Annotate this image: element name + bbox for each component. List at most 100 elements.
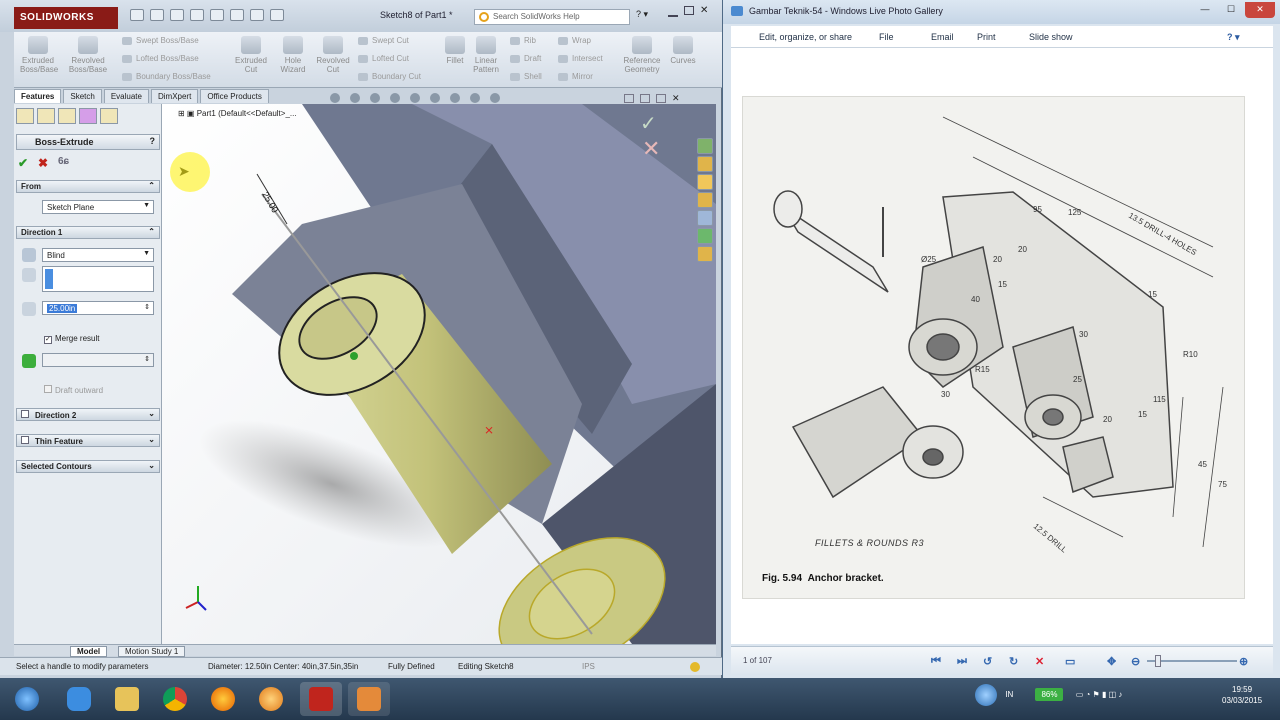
tab-office-products[interactable]: Office Products [200,89,269,103]
tab-features[interactable]: Features [14,89,62,103]
clock[interactable]: 19:59 03/03/2015 [1222,684,1262,706]
next-icon[interactable]: ⏭ [957,655,967,668]
hole-wizard-button[interactable]: Hole Wizard [276,36,310,74]
help-icon[interactable]: ? ▾ [1227,32,1240,43]
taskbar-solidworks[interactable] [300,682,342,716]
zoom-area-icon[interactable] [350,93,360,103]
taskbar-firefox[interactable] [202,682,244,716]
confirmation-cancel-icon[interactable]: ✕ [642,137,660,162]
reverse-direction-icon[interactable] [22,248,36,262]
checkbox-icon[interactable] [21,436,29,444]
options-icon[interactable] [270,9,284,21]
shell-button[interactable]: Shell [510,72,542,81]
status-units[interactable]: IPS [582,662,595,671]
undo-icon[interactable] [210,9,224,21]
hide-show-icon[interactable] [450,93,460,103]
zoom-fit-icon[interactable] [330,93,340,103]
view-orientation-icon[interactable] [410,93,420,103]
delete-icon[interactable]: ✕ [1035,655,1044,668]
save-icon[interactable] [170,9,184,21]
depth-input[interactable]: 25.00in ⇕ [42,301,154,315]
restore-icon[interactable] [640,94,650,103]
minimize-icon[interactable] [668,15,678,17]
start-button[interactable] [6,682,48,716]
zoom-out-icon[interactable]: ⊖ [1131,655,1140,668]
appearances-icon[interactable] [697,210,713,226]
tab-evaluate[interactable]: Evaluate [103,89,149,103]
section-from[interactable]: From ⌃ [16,180,160,193]
ok-checkmark-icon[interactable]: ✔ [18,156,28,170]
battery-indicator[interactable]: 86% [1035,688,1064,702]
taskbar-chrome[interactable] [154,682,196,716]
taskbar-photo-gallery[interactable] [348,682,390,716]
feature-manager-icon[interactable] [16,108,34,124]
curves-button[interactable]: Curves [668,36,698,65]
confirmation-ok-icon[interactable]: ✓ [640,111,657,135]
boundary-cut-button[interactable]: Boundary Cut [358,72,421,81]
swept-boss-button[interactable]: Swept Boss/Base [122,36,199,45]
from-select[interactable]: Sketch Plane ▼ [42,200,154,214]
help-icon[interactable]: ? ▾ [636,9,648,20]
rib-button[interactable]: Rib [510,36,536,45]
menu-file[interactable]: File [879,32,894,42]
swept-cut-button[interactable]: Swept Cut [358,36,409,45]
zoom-in-icon[interactable]: ⊕ [1239,655,1248,668]
property-manager-icon[interactable] [37,108,55,124]
reference-geometry-button[interactable]: Reference Geometry [620,36,664,74]
spin-arrows-icon[interactable]: ⇕ [144,303,150,311]
part-name[interactable]: Part1 (Default<<Default>_... [197,109,297,118]
preview-glasses-icon[interactable]: 6ɕ [58,156,69,167]
open-icon[interactable] [150,9,164,21]
extruded-boss-button[interactable]: Extruded Boss/Base [20,36,58,74]
graphics-area[interactable]: 25.00 ⨯ ✕ ✓ ➤ [162,104,716,644]
checkbox-icon[interactable] [21,410,29,418]
taskbar-internet-explorer[interactable] [58,682,100,716]
section-selected-contours[interactable]: Selected Contours ⌄ [16,460,160,473]
configuration-manager-icon[interactable] [58,108,76,124]
menu-email[interactable]: Email [931,32,954,42]
view-palette-icon[interactable] [697,192,713,208]
file-explorer-icon[interactable] [697,174,713,190]
tab-dimxpert[interactable]: DimXpert [150,89,199,103]
close-icon[interactable]: ✕ [700,6,708,20]
display-style-icon[interactable] [430,93,440,103]
solidworks-resources-icon[interactable] [697,138,713,154]
section-direction-1[interactable]: Direction 1 ⌃ [16,226,160,239]
draft-outward-checkbox[interactable]: Draft outward [44,385,103,395]
feature-tree-flyout[interactable]: ⊞ ▣ Part1 (Default<<Default>_... [178,109,297,118]
lofted-cut-button[interactable]: Lofted Cut [358,54,409,63]
help-icon[interactable]: ? [150,136,156,146]
solidworks-logo[interactable]: SOLIDWORKS [14,7,118,29]
close-icon[interactable]: ✕ [672,94,680,103]
close-icon[interactable]: ✕ [1245,2,1275,18]
boundary-boss-button[interactable]: Boundary Boss/Base [122,72,211,81]
revolved-cut-button[interactable]: Revolved Cut [314,36,352,74]
tray-icons[interactable]: ▭ ◔ ⚑ ▮ ◫ ♪ [1076,690,1123,699]
lofted-boss-button[interactable]: Lofted Boss/Base [122,54,199,63]
fillet-button[interactable]: Fillet [442,36,468,65]
slide-show-icon[interactable]: ▭ [1065,655,1075,668]
linear-pattern-button[interactable]: Linear Pattern [470,36,502,74]
tab-sketch[interactable]: Sketch [63,89,102,103]
rebuild-status-icon[interactable] [690,662,700,672]
minimize-icon[interactable] [624,94,634,103]
tab-model[interactable]: Model [70,646,108,657]
print-icon[interactable] [190,9,204,21]
new-icon[interactable] [130,9,144,21]
design-library-icon[interactable] [697,156,713,172]
mirror-button[interactable]: Mirror [558,72,593,81]
sketch-center-handle[interactable] [350,352,358,360]
solidworks-forum-icon[interactable] [697,246,713,262]
dimxpert-manager-icon[interactable] [79,108,97,124]
menu-slide-show[interactable]: Slide show [1029,32,1073,42]
menu-edit-organize[interactable]: Edit, organize, or share [759,32,852,42]
draft-angle-input[interactable]: ⇕ [42,353,154,367]
maximize-icon[interactable]: ☐ [1219,2,1243,18]
end-condition-select[interactable]: Blind ▼ [42,248,154,262]
minimize-icon[interactable]: — [1193,2,1217,18]
feature-scope-icon[interactable] [22,354,36,368]
previous-view-icon[interactable] [370,93,380,103]
appearance-icon[interactable] [470,93,480,103]
custom-properties-icon[interactable] [697,228,713,244]
tab-motion-study[interactable]: Motion Study 1 [118,646,186,657]
